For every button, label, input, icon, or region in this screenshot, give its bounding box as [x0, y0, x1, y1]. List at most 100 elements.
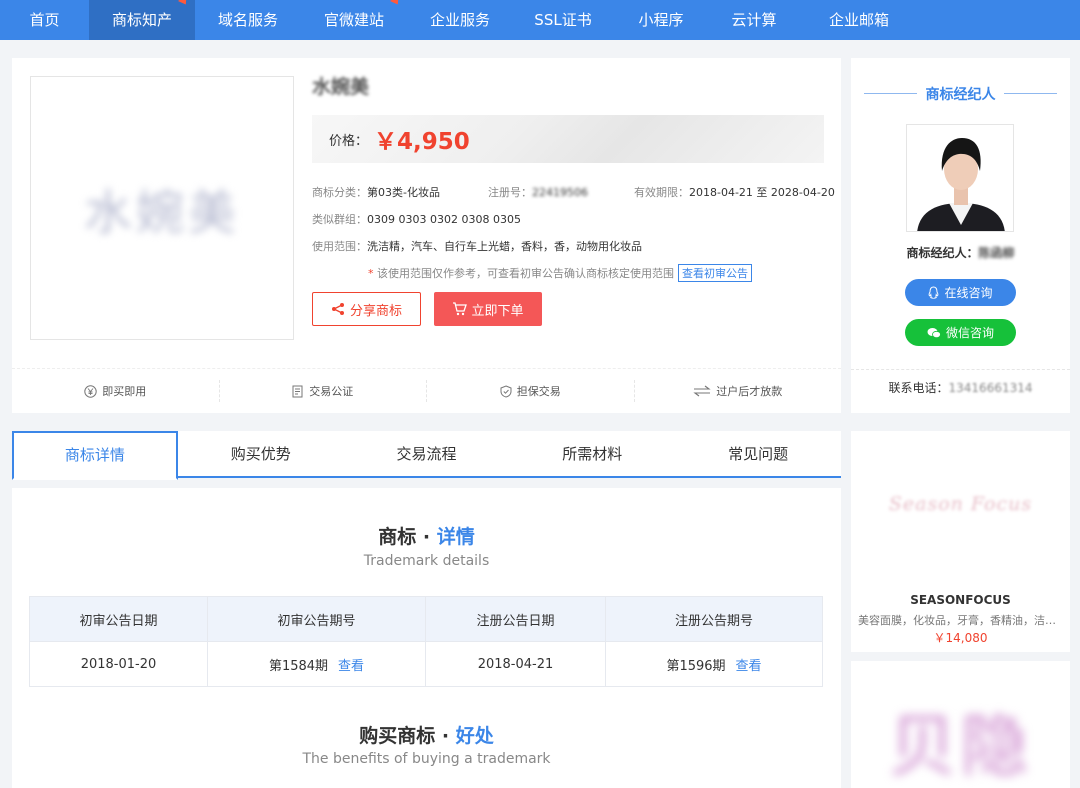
- nav-item-website[interactable]: 官微建站: [301, 0, 407, 40]
- benefits-subtitle: The benefits of buying a trademark: [302, 751, 551, 767]
- table-header-row: 初审公告日期 初审公告期号 注册公告日期 注册公告期号: [29, 596, 823, 642]
- table-header: 初审公告日期: [29, 596, 208, 642]
- shield-icon: [500, 384, 512, 398]
- nav-item-domain[interactable]: 域名服务: [195, 0, 301, 40]
- tab-faq[interactable]: 常见问题: [675, 431, 841, 478]
- reg-issue-number: 第1596期: [666, 658, 726, 674]
- agent-section-title: 商标经纪人: [851, 84, 1070, 104]
- product-logo: 贝隐: [888, 708, 1033, 787]
- trademark-card: 水婉美 水婉美 价格： ￥4,950 商标分类：第03类-化妆品 注册号：224…: [12, 58, 841, 413]
- details-title-highlight: 详情: [436, 526, 475, 548]
- wechat-icon: [927, 327, 941, 338]
- cart-icon: [453, 302, 468, 316]
- feature-notarization: 交易公证: [220, 380, 427, 402]
- order-now-button[interactable]: 立即下单: [434, 292, 542, 326]
- details-subtitle: Trademark details: [363, 553, 490, 569]
- group-info: 类似群组：0309 0303 0302 0308 0305: [312, 211, 521, 227]
- price-value: ￥4,950: [374, 129, 470, 155]
- table-cell: 第1584期 查看: [207, 641, 426, 687]
- tab-trademark-details[interactable]: 商标详情: [12, 431, 178, 480]
- category-info: 商标分类：第03类-化妆品: [312, 184, 440, 200]
- agent-name-label: 商标经纪人：: [906, 246, 979, 260]
- trademark-image-text: 水婉美: [83, 185, 240, 241]
- category-label: 商标分类：: [312, 186, 367, 199]
- table-row: 2018-01-20 第1584期 查看 2018-04-21 第1596期 查看: [29, 641, 823, 687]
- agent-phone-label: 联系电话：: [888, 381, 949, 395]
- view-reg-announcement-link[interactable]: 查看: [736, 659, 762, 674]
- tab-benefits[interactable]: 购买优势: [178, 431, 344, 478]
- order-label: 立即下单: [471, 303, 524, 319]
- reg-no-info: 注册号：22419506: [488, 184, 588, 200]
- nav-item-home[interactable]: 首页: [0, 0, 89, 40]
- share-button[interactable]: 分享商标: [312, 292, 421, 326]
- feature-label: 过户后才放款: [716, 385, 783, 398]
- nav-item-trademark[interactable]: 商标知产: [89, 0, 195, 40]
- view-pre-announcement-link[interactable]: 查看: [338, 659, 364, 674]
- reg-no-value: 22419506: [532, 186, 588, 199]
- details-title-main: 商标 ·: [378, 526, 437, 548]
- tab-materials[interactable]: 所需材料: [509, 431, 675, 478]
- nav-item-cloud[interactable]: 云计算: [709, 0, 799, 40]
- scope-value: 洗洁精，汽车、自行车上光蜡，香料，香，动物用化妆品: [367, 240, 642, 253]
- details-panel: 商标 · 详情 Trademark details 初审公告日期 初审公告期号 …: [12, 488, 841, 788]
- price-bar: 价格： ￥4,950: [312, 115, 824, 163]
- required-star: *: [368, 267, 377, 280]
- nav-label: 商标知产: [111, 11, 172, 29]
- validity-info: 有效期限：2018-04-21 至 2028-04-20: [634, 184, 835, 200]
- yen-circle-icon: [84, 384, 97, 398]
- hot-marker-icon: [177, 0, 191, 8]
- agent-avatar: [906, 124, 1014, 232]
- benefits-title: 购买商标 · 好处: [12, 721, 841, 748]
- feature-guarantee: 担保交易: [427, 380, 635, 402]
- hot-marker-icon: [389, 0, 403, 8]
- group-value: 0309 0303 0302 0308 0305: [367, 213, 521, 226]
- feature-instant-use: 即买即用: [12, 380, 220, 402]
- validity-label: 有效期限：: [634, 186, 689, 199]
- feature-label: 担保交易: [516, 385, 561, 398]
- trademark-name: 水婉美: [312, 76, 370, 98]
- scope-info: 使用范围：洗洁精，汽车、自行车上光蜡，香料，香，动物用化妆品: [312, 238, 642, 254]
- recommended-trademark-card[interactable]: 贝隐: [851, 661, 1070, 788]
- view-announcement-link[interactable]: 查看初审公告: [678, 264, 752, 282]
- details-title: 商标 · 详情: [12, 522, 841, 549]
- transfer-arrows-icon: [693, 385, 711, 397]
- wechat-consult-label: 微信咨询: [945, 326, 994, 340]
- features-bar: 即买即用 交易公证 担保交易 过户后才放款: [12, 368, 841, 413]
- pre-issue-number: 第1584期: [268, 658, 329, 674]
- table-cell: 2018-04-21: [425, 641, 606, 687]
- agent-portrait-image: [907, 125, 1013, 231]
- tab-process[interactable]: 交易流程: [344, 431, 510, 478]
- feature-label: 交易公证: [309, 385, 354, 398]
- table-cell: 2018-01-20: [29, 641, 208, 687]
- wechat-consult-button[interactable]: 微信咨询: [905, 319, 1016, 346]
- feature-payment-after-transfer: 过户后才放款: [635, 380, 842, 402]
- nav-item-email[interactable]: 企业邮箱: [799, 0, 919, 40]
- table-cell: 第1596期 查看: [605, 641, 823, 687]
- recommended-trademark-card[interactable]: Season Focus SEASONFOCUS 美容面膜，化妆品，牙膏，香精油…: [851, 431, 1070, 652]
- benefits-title-main: 购买商标 ·: [359, 725, 456, 747]
- trademark-image: 水婉美: [30, 76, 294, 340]
- category-value: 第03类-化妆品: [367, 186, 440, 199]
- share-label: 分享商标: [349, 303, 402, 319]
- feature-label: 即买即用: [102, 385, 147, 398]
- agent-card: 商标经纪人 商标经纪人：陈函柳 在线咨询 微信咨询 联系电话：134166613…: [851, 58, 1070, 413]
- price-label: 价格：: [329, 133, 369, 149]
- agent-name: 陈函柳: [978, 246, 1015, 260]
- nav-item-enterprise[interactable]: 企业服务: [407, 0, 513, 40]
- agent-phone-line: 联系电话：13416661314: [851, 369, 1070, 413]
- scope-note: * 该使用范围仅作参考，可查看初审公告确认商标核定使用范围 查看初审公告: [368, 264, 752, 282]
- qq-icon: [929, 286, 939, 299]
- nav-item-ssl[interactable]: SSL证书: [513, 0, 613, 40]
- reg-no-label: 注册号：: [488, 186, 532, 199]
- nav-item-miniprogram[interactable]: 小程序: [613, 0, 709, 40]
- online-consult-label: 在线咨询: [944, 286, 993, 300]
- detail-tabs: 商标详情 购买优势 交易流程 所需材料 常见问题: [12, 431, 841, 480]
- share-icon: [331, 303, 344, 315]
- online-consult-button[interactable]: 在线咨询: [905, 279, 1016, 306]
- table-header: 初审公告期号: [207, 596, 426, 642]
- product-name: SEASONFOCUS: [910, 593, 1011, 607]
- top-nav: 首页 商标知产 域名服务 官微建站 企业服务 SSL证书 小程序 云计算 企业邮…: [0, 0, 1080, 40]
- product-description: 美容面膜，化妆品，牙膏，香精油，洁肤...: [858, 614, 1063, 627]
- group-label: 类似群组：: [312, 213, 367, 226]
- scope-label: 使用范围：: [312, 240, 367, 253]
